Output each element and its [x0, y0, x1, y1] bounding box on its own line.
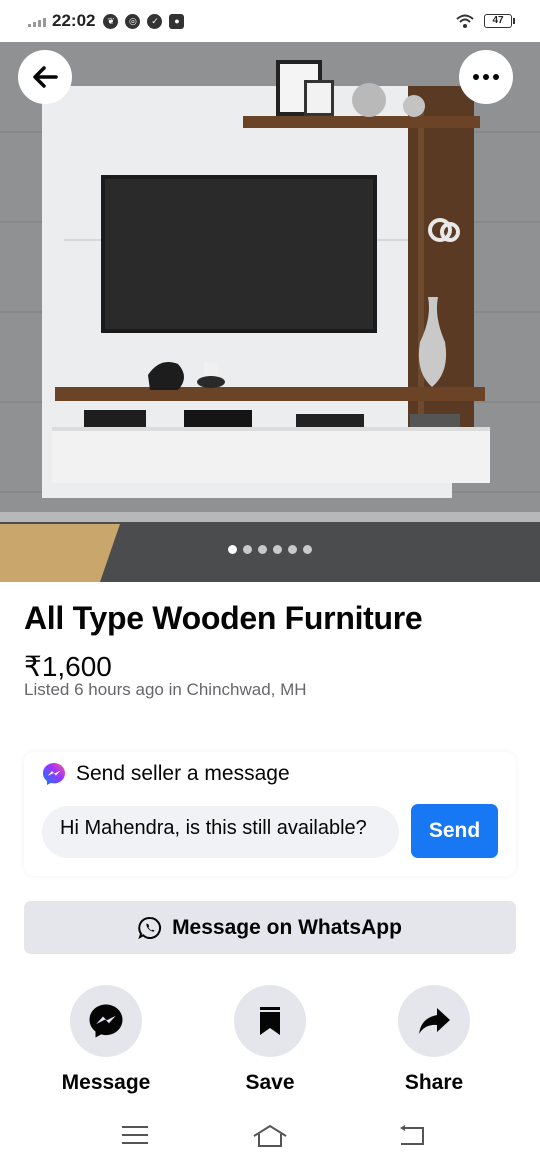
arrow-left-icon — [33, 66, 58, 88]
listing-title: All Type Wooden Furniture — [24, 600, 423, 636]
message-action[interactable]: Message — [31, 985, 181, 1095]
share-action[interactable]: Share — [359, 985, 509, 1095]
battery-icon: 47 — [484, 14, 515, 28]
messenger-icon — [43, 763, 65, 785]
share-action-label: Share — [404, 1071, 464, 1094]
messenger-icon — [89, 1004, 123, 1038]
pagination-dot[interactable] — [228, 545, 237, 554]
tv-unit-illustration — [0, 42, 540, 582]
status-time: 22:02 — [52, 11, 96, 30]
pagination-dot[interactable] — [288, 545, 297, 554]
whatsapp-button[interactable]: Message on WhatsApp — [24, 901, 516, 954]
whatsapp-icon — [138, 916, 162, 939]
more-options-button[interactable] — [459, 50, 513, 104]
check-icon: ✓ — [147, 13, 163, 29]
save-action[interactable]: Save — [195, 985, 345, 1095]
chrome-icon: ◎ — [125, 13, 141, 29]
listing-meta: Listed 6 hours ago in Chinchwad, MH — [24, 680, 307, 699]
home-icon[interactable] — [252, 1124, 288, 1148]
back-nav-icon[interactable] — [397, 1124, 425, 1146]
pagination-dot[interactable] — [273, 545, 282, 554]
status-bar: 22:02 ❦ ◎ ✓ ● 47 — [0, 0, 540, 42]
whatsapp-label: Message on WhatsApp — [172, 915, 402, 939]
listing-photo[interactable] — [0, 42, 540, 582]
save-action-label: Save — [245, 1071, 295, 1094]
menu-icon[interactable] — [121, 1124, 149, 1146]
pagination-dot[interactable] — [303, 545, 312, 554]
leaf-icon: ❦ — [103, 13, 119, 29]
message-action-label: Message — [61, 1071, 151, 1094]
pagination-dot[interactable] — [258, 545, 267, 554]
send-button[interactable]: Send — [411, 804, 498, 858]
wifi-icon — [456, 14, 474, 28]
ellipsis-icon — [473, 74, 499, 80]
message-seller-card: Send seller a message Hi Mahendra, is th… — [24, 752, 516, 876]
system-nav-bar — [0, 1110, 540, 1170]
battery-level: 47 — [492, 15, 504, 26]
bookmark-icon — [260, 1007, 280, 1035]
share-icon — [419, 1008, 450, 1034]
back-button[interactable] — [18, 50, 72, 104]
mic-icon: ● — [169, 13, 185, 29]
signal-icon — [28, 15, 46, 27]
pagination-dot[interactable] — [243, 545, 252, 554]
listing-price: ₹1,600 — [24, 651, 112, 682]
photo-pagination — [0, 545, 540, 554]
message-input[interactable]: Hi Mahendra, is this still available? — [42, 806, 399, 858]
message-card-header: Send seller a message — [76, 762, 290, 785]
